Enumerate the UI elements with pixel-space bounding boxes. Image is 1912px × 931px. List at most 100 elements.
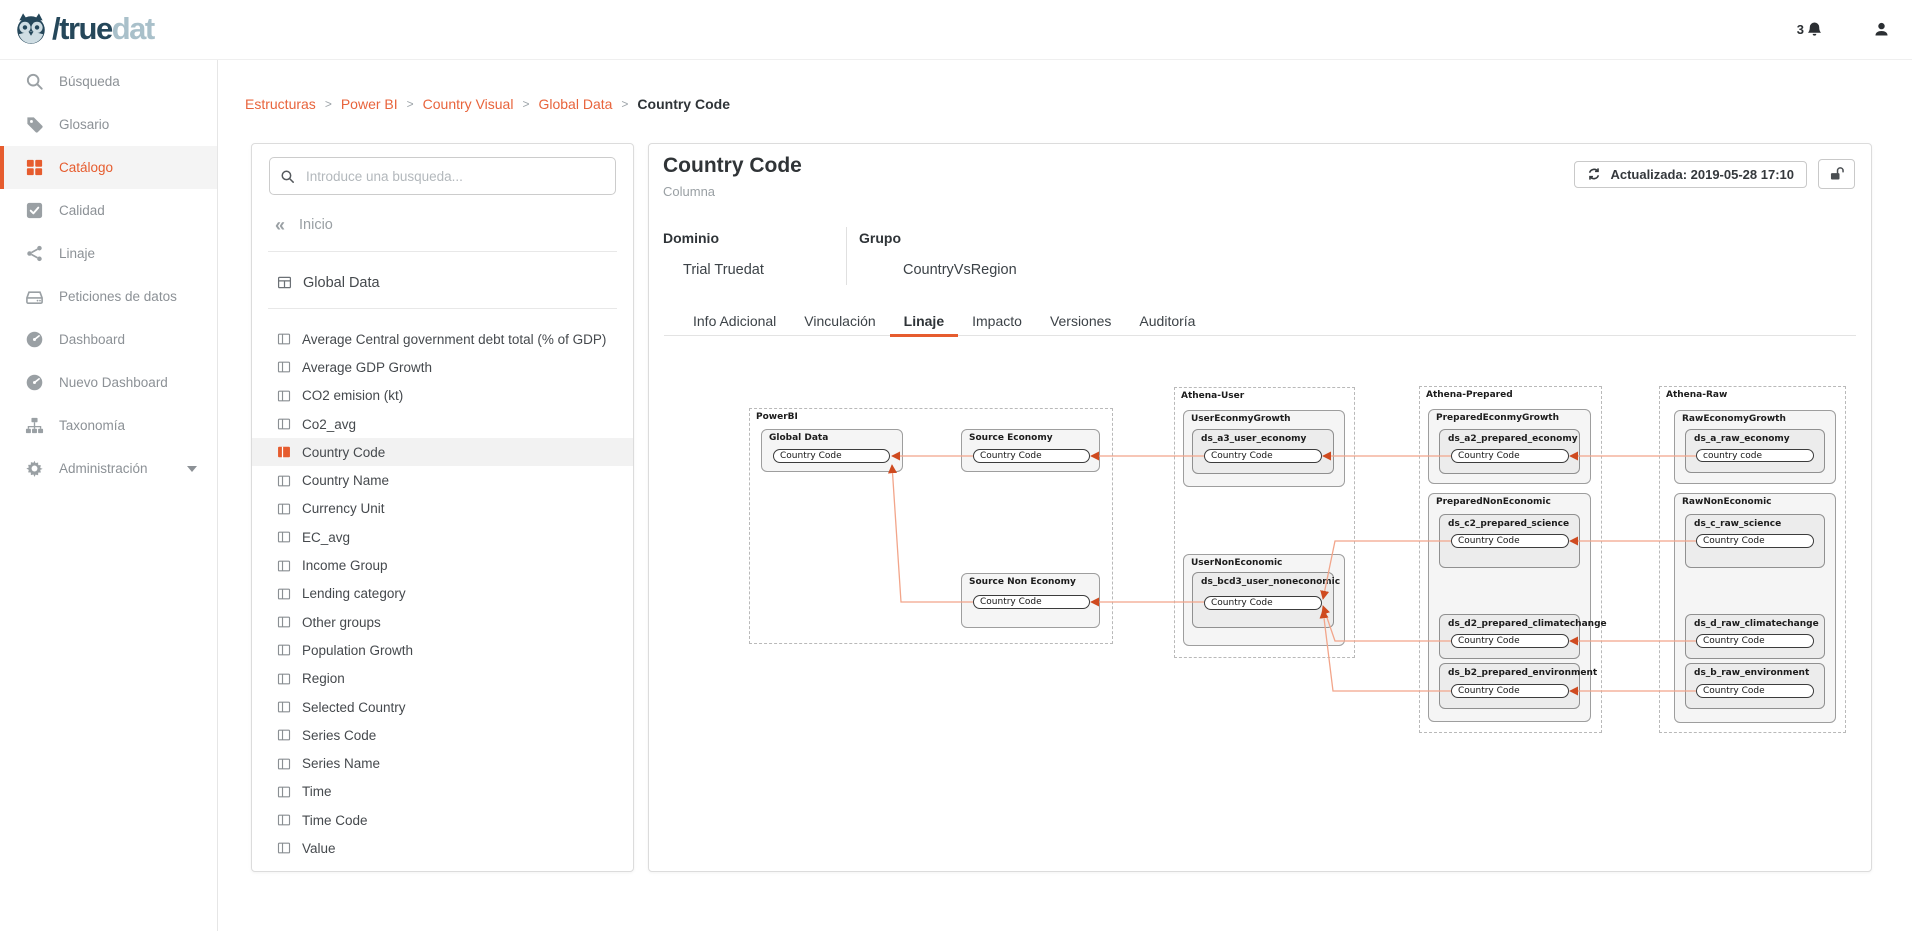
sidebar-item-label: Administración xyxy=(59,461,148,476)
lineage-field-pill[interactable]: Country Code xyxy=(1451,534,1569,548)
sidebar-item-busqueda[interactable]: Búsqueda xyxy=(0,60,217,103)
sidebar-item-catalogo[interactable]: Catálogo xyxy=(0,146,217,189)
breadcrumb-link-global-data[interactable]: Global Data xyxy=(538,96,612,112)
tab-vinculacion[interactable]: Vinculación xyxy=(790,307,889,335)
breadcrumb-separator: > xyxy=(325,97,332,111)
column-item-label: EC_avg xyxy=(302,530,356,545)
share-icon xyxy=(25,244,44,263)
column-item-income-group[interactable]: Income Group xyxy=(252,551,633,579)
lineage-group-label: Global Data xyxy=(769,433,828,443)
lineage-table-label: ds_c_raw_science xyxy=(1694,519,1781,529)
sidebar-item-dashboard[interactable]: Dashboard xyxy=(0,318,217,361)
column-item-label: Time xyxy=(302,784,338,799)
lineage-field-pill[interactable]: Country Code xyxy=(1696,634,1814,648)
tab-auditoria[interactable]: Auditoría xyxy=(1125,307,1209,335)
column-item-ec-avg[interactable]: EC_avg xyxy=(252,523,633,551)
user-menu-button[interactable] xyxy=(1873,21,1890,38)
lineage-group-label: Source Non Economy xyxy=(969,577,1076,587)
column-item-value[interactable]: Value xyxy=(252,834,633,862)
sidebar-item-administracion[interactable]: Administración xyxy=(0,447,217,490)
breadcrumb-separator: > xyxy=(522,97,529,111)
breadcrumb-link-estructuras[interactable]: Estructuras xyxy=(245,96,316,112)
columns-icon xyxy=(277,417,291,431)
lineage-table-label: ds_b2_prepared_environment xyxy=(1448,668,1597,678)
sidebar-item-label: Búsqueda xyxy=(59,74,120,89)
notifications-button[interactable]: 3 xyxy=(1797,21,1823,38)
column-item-average-gdp-growth[interactable]: Average GDP Growth xyxy=(252,353,633,381)
lineage-group-label: PreparedNonEconomic xyxy=(1436,497,1551,507)
column-item-time-code[interactable]: Time Code xyxy=(252,806,633,834)
column-item-average-central-government-debt-total-of-gdp[interactable]: Average Central government debt total (%… xyxy=(252,325,633,353)
lineage-field-pill[interactable]: Country Code xyxy=(973,449,1090,463)
column-item-label: Currency Unit xyxy=(302,501,391,516)
breadcrumb-separator: > xyxy=(407,97,414,111)
lineage-field-pill[interactable]: country code xyxy=(1696,449,1814,462)
page-title: Country Code xyxy=(663,154,802,178)
lineage-field-pill[interactable]: Country Code xyxy=(773,449,890,463)
tab-versiones[interactable]: Versiones xyxy=(1036,307,1125,335)
parent-structure-item[interactable]: Global Data xyxy=(277,274,380,291)
refresh-updated-button[interactable]: Actualizada: 2019-05-28 17:10 xyxy=(1574,161,1807,188)
lineage-field-pill[interactable]: Country Code xyxy=(1696,534,1814,548)
column-item-label: Country Name xyxy=(302,473,395,488)
divider xyxy=(268,251,617,252)
column-item-region[interactable]: Region xyxy=(252,665,633,693)
lineage-field-pill[interactable]: Country Code xyxy=(973,595,1090,609)
sidebar-item-taxonomia[interactable]: Taxonomía xyxy=(0,404,217,447)
column-item-country-name[interactable]: Country Name xyxy=(252,466,633,494)
gauge-icon xyxy=(25,373,44,392)
columns-icon xyxy=(277,360,291,374)
structure-explorer-panel: « Inicio Global Data Average Central gov… xyxy=(251,143,634,872)
columns-icon xyxy=(277,445,291,459)
sidebar-item-nuevo-dashboard[interactable]: Nuevo Dashboard xyxy=(0,361,217,404)
back-to-home-button[interactable]: « Inicio xyxy=(275,216,333,233)
column-item-label: Series Code xyxy=(302,728,382,743)
sidebar-item-label: Glosario xyxy=(59,117,109,132)
sidebar: Búsqueda Glosario CatálogoCalidadLinajePet… xyxy=(0,59,218,931)
lineage-field-pill[interactable]: Country Code xyxy=(1204,596,1322,610)
column-item-selected-country[interactable]: Selected Country xyxy=(252,693,633,721)
column-item-co2-emision-kt[interactable]: CO2 emision (kt) xyxy=(252,382,633,410)
sidebar-item-glosario[interactable]: Glosario xyxy=(0,103,217,146)
grid-icon xyxy=(25,158,44,177)
sidebar-item-peticiones-de-datos[interactable]: Peticiones de datos xyxy=(0,275,217,318)
columns-icon xyxy=(277,813,291,827)
structure-detail-panel: Country Code Columna Actualizada: 2019-0… xyxy=(648,143,1872,872)
lineage-field-pill[interactable]: Country Code xyxy=(1204,449,1322,463)
lineage-field-pill[interactable]: Country Code xyxy=(1451,449,1569,463)
column-item-co2-avg[interactable]: Co2_avg xyxy=(252,410,633,438)
sidebar-item-linaje[interactable]: Linaje xyxy=(0,232,217,275)
column-item-other-groups[interactable]: Other groups xyxy=(252,608,633,636)
lineage-field-pill[interactable]: Country Code xyxy=(1696,684,1814,698)
tab-impacto[interactable]: Impacto xyxy=(958,307,1036,335)
tab-info-adicional[interactable]: Info Adicional xyxy=(679,307,790,335)
sidebar-item-calidad[interactable]: Calidad xyxy=(0,189,217,232)
columns-icon xyxy=(277,474,291,488)
column-item-label: CO2 emision (kt) xyxy=(302,388,409,403)
column-item-series-code[interactable]: Series Code xyxy=(252,721,633,749)
column-item-country-code[interactable]: Country Code xyxy=(252,438,633,466)
lineage-field-pill[interactable]: Country Code xyxy=(1451,684,1569,698)
lineage-group-label: PreparedEconmyGrowth xyxy=(1436,413,1559,423)
breadcrumb-link-country-visual[interactable]: Country Visual xyxy=(423,96,514,112)
column-item-population-growth[interactable]: Population Growth xyxy=(252,636,633,664)
lineage-table-label: ds_c2_prepared_science xyxy=(1448,519,1569,529)
column-item-series-name[interactable]: Series Name xyxy=(252,749,633,777)
column-item-lending-category[interactable]: Lending category xyxy=(252,580,633,608)
logo-name-dark: true xyxy=(59,11,112,46)
parent-structure-label: Global Data xyxy=(303,275,380,291)
column-item-label: Country Code xyxy=(302,445,391,460)
logo-link[interactable]: /truedat xyxy=(13,11,154,47)
lock-button[interactable] xyxy=(1818,159,1855,189)
lineage-table-label: ds_d_raw_climatechange xyxy=(1694,619,1819,629)
topbar-actions: 3 xyxy=(1797,0,1890,59)
column-item-label: Selected Country xyxy=(302,700,412,715)
topbar: /truedat 3 xyxy=(0,0,1912,60)
gear-icon xyxy=(25,459,44,478)
structure-search-input[interactable] xyxy=(304,168,605,185)
lineage-field-pill[interactable]: Country Code xyxy=(1451,634,1569,648)
column-item-time[interactable]: Time xyxy=(252,778,633,806)
breadcrumb-link-power-bi[interactable]: Power BI xyxy=(341,96,398,112)
column-item-currency-unit[interactable]: Currency Unit xyxy=(252,495,633,523)
tab-linaje[interactable]: Linaje xyxy=(890,307,958,335)
